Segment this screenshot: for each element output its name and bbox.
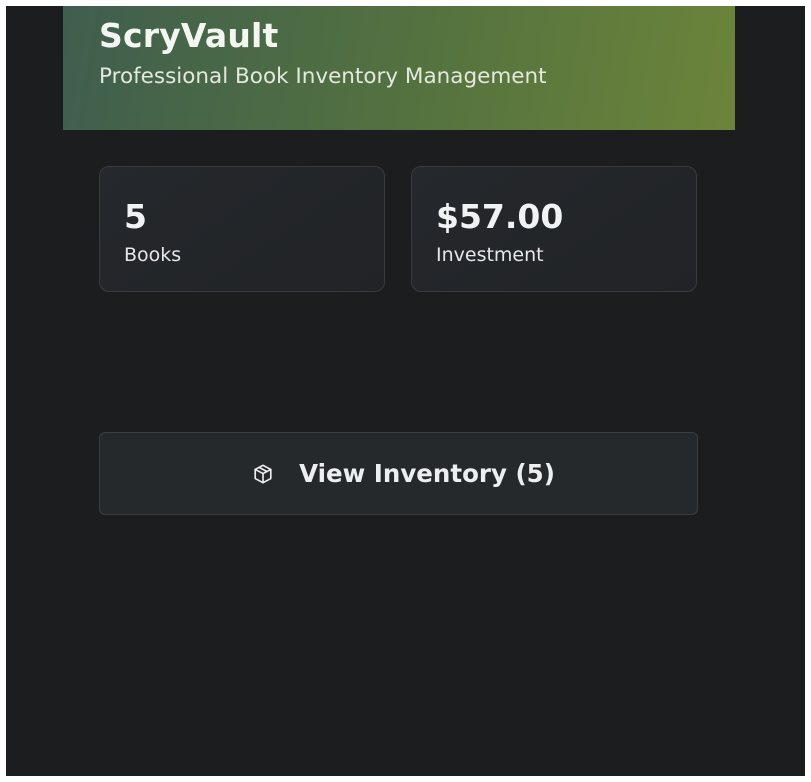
- books-count-label: Books: [124, 244, 182, 266]
- box-icon: [252, 463, 274, 485]
- app-header: ScryVault Professional Book Inventory Ma…: [63, 6, 735, 130]
- view-inventory-label: View Inventory (5): [299, 459, 555, 488]
- app-title: ScryVault: [99, 16, 279, 55]
- investment-total-value: $57.00: [436, 197, 564, 236]
- investment-stat-card: $57.00 Investment: [411, 166, 697, 292]
- books-count-value: 5: [124, 197, 147, 236]
- books-stat-card: 5 Books: [99, 166, 385, 292]
- app-window: ScryVault Professional Book Inventory Ma…: [6, 6, 805, 776]
- app-subtitle: Professional Book Inventory Management: [99, 64, 547, 89]
- investment-total-label: Investment: [436, 244, 544, 266]
- view-inventory-button[interactable]: View Inventory (5): [99, 432, 698, 515]
